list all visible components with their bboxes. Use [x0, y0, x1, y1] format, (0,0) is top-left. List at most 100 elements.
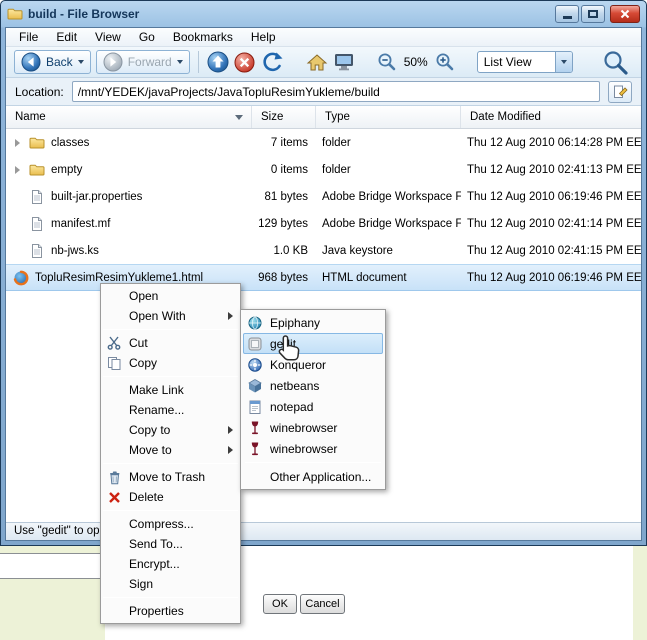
menu-item-rename[interactable]: Rename...: [101, 400, 240, 420]
view-mode-dropdown[interactable]: [554, 52, 572, 72]
maximize-button[interactable]: [581, 5, 605, 23]
submenu-item-winebrowser-1[interactable]: winebrowser: [243, 417, 383, 438]
background-text-field[interactable]: [0, 553, 103, 579]
menu-item-encrypt[interactable]: Encrypt...: [101, 554, 240, 574]
zoom-out-icon: [378, 53, 396, 71]
location-input[interactable]: [71, 81, 600, 102]
trash-icon: [106, 469, 122, 485]
column-type[interactable]: Type: [316, 106, 461, 128]
forward-button[interactable]: Forward: [95, 50, 190, 74]
file-modified: Thu 12 Aug 2010 02:41:15 PM EEST: [467, 244, 641, 257]
view-mode-value: List View: [483, 55, 532, 69]
expander-icon[interactable]: [11, 165, 23, 174]
ok-button[interactable]: OK: [263, 594, 297, 614]
menu-bookmarks[interactable]: Bookmarks: [164, 28, 242, 46]
submenu-item-other-application[interactable]: Other Application...: [243, 466, 383, 487]
back-button[interactable]: Back: [14, 50, 91, 74]
menu-item-move-to[interactable]: Move to: [101, 440, 240, 460]
menu-item-make-link[interactable]: Make Link: [101, 380, 240, 400]
file-list: classes 7 items folder Thu 12 Aug 2010 0…: [6, 129, 641, 291]
computer-button[interactable]: [333, 52, 355, 72]
table-row[interactable]: built-jar.properties 81 bytes Adobe Brid…: [6, 183, 641, 210]
table-row[interactable]: empty 0 items folder Thu 12 Aug 2010 02:…: [6, 156, 641, 183]
submenu-item-label: winebrowser: [270, 421, 338, 435]
up-icon: [207, 51, 229, 73]
close-icon: [620, 9, 630, 19]
home-button[interactable]: [306, 53, 328, 72]
file-name: built-jar.properties: [51, 190, 143, 203]
cancel-button[interactable]: Cancel: [300, 594, 345, 614]
firefox-html-icon: [13, 270, 29, 286]
netbeans-icon: [247, 378, 263, 394]
reload-button[interactable]: [260, 51, 284, 73]
menu-item-open[interactable]: Open: [101, 286, 240, 306]
location-edit-button[interactable]: [608, 80, 632, 103]
column-size[interactable]: Size: [252, 106, 316, 128]
title-bar[interactable]: build - File Browser: [1, 1, 646, 27]
file-icon: [29, 216, 45, 232]
submenu-item-konqueror[interactable]: Konqueror: [243, 354, 383, 375]
zoom-out-button[interactable]: [377, 52, 397, 72]
file-type: Java keystore: [322, 244, 393, 257]
close-button[interactable]: [610, 5, 640, 23]
menu-separator: [103, 329, 238, 330]
menu-item-copy[interactable]: Copy: [101, 353, 240, 373]
menu-view[interactable]: View: [86, 28, 130, 46]
stop-icon: [234, 52, 255, 72]
menu-item-send-to[interactable]: Send To...: [101, 534, 240, 554]
location-label: Location:: [15, 84, 64, 99]
menu-item-compress[interactable]: Compress...: [101, 514, 240, 534]
menu-go[interactable]: Go: [130, 28, 164, 46]
file-modified: Thu 12 Aug 2010 06:19:46 PM EEST: [467, 190, 641, 203]
menu-item-delete[interactable]: Delete: [101, 487, 240, 507]
submenu-item-epiphany[interactable]: Epiphany: [243, 312, 383, 333]
menu-separator: [103, 376, 238, 377]
menu-item-label: Copy: [129, 356, 158, 370]
submenu-item-gedit[interactable]: gedit: [243, 333, 383, 354]
delete-icon: [106, 489, 122, 505]
search-button[interactable]: [602, 49, 629, 76]
stop-button[interactable]: [234, 52, 255, 73]
file-name: empty: [51, 163, 83, 176]
column-modified[interactable]: Date Modified: [461, 106, 641, 128]
menu-item-label: Move to Trash: [129, 470, 206, 484]
cursor-hand-icon: [276, 334, 302, 367]
submenu-item-winebrowser-2[interactable]: winebrowser: [243, 438, 383, 459]
submenu-item-label: winebrowser: [270, 442, 338, 456]
menu-item-cut[interactable]: Cut: [101, 333, 240, 353]
search-icon: [604, 50, 628, 75]
toolbar-separator: [197, 51, 199, 73]
toolbar: Back Forward 50% List View: [6, 47, 641, 78]
menu-item-move-to-trash[interactable]: Move to Trash: [101, 467, 240, 487]
menu-item-open-with[interactable]: Open With: [101, 306, 240, 326]
table-row[interactable]: classes 7 items folder Thu 12 Aug 2010 0…: [6, 129, 641, 156]
menu-edit[interactable]: Edit: [47, 28, 86, 46]
folder-icon: [29, 162, 45, 178]
open-with-submenu: Epiphany gedit Konqueror netbeans notepa…: [240, 309, 386, 490]
view-mode-select[interactable]: List View: [476, 51, 573, 73]
minimize-button[interactable]: [555, 5, 579, 23]
table-row[interactable]: manifest.mf 129 bytes Adobe Bridge Works…: [6, 210, 641, 237]
file-icon: [29, 243, 45, 259]
submenu-item-notepad[interactable]: notepad: [243, 396, 383, 417]
forward-history-dropdown-icon[interactable]: [176, 60, 183, 64]
menu-bar: File Edit View Go Bookmarks Help: [6, 28, 641, 47]
menu-file[interactable]: File: [10, 28, 47, 46]
menu-help[interactable]: Help: [242, 28, 285, 46]
reload-icon: [263, 52, 283, 72]
menu-item-properties[interactable]: Properties: [101, 601, 240, 621]
table-row[interactable]: nb-jws.ks 1.0 KB Java keystore Thu 12 Au…: [6, 237, 641, 264]
wine-icon: [247, 420, 263, 436]
menu-item-copy-to[interactable]: Copy to: [101, 420, 240, 440]
back-history-dropdown-icon[interactable]: [77, 60, 84, 64]
expander-icon[interactable]: [11, 138, 23, 147]
file-name: classes: [51, 136, 90, 149]
file-type: HTML document: [322, 271, 407, 284]
column-name[interactable]: Name: [6, 106, 252, 128]
menu-item-sign[interactable]: Sign: [101, 574, 240, 594]
submenu-item-netbeans[interactable]: netbeans: [243, 375, 383, 396]
chevron-down-icon: [560, 60, 567, 64]
screen: OK Cancel build - File Browser File Edit…: [0, 0, 647, 640]
zoom-in-button[interactable]: [435, 52, 455, 72]
up-button[interactable]: [207, 51, 229, 73]
